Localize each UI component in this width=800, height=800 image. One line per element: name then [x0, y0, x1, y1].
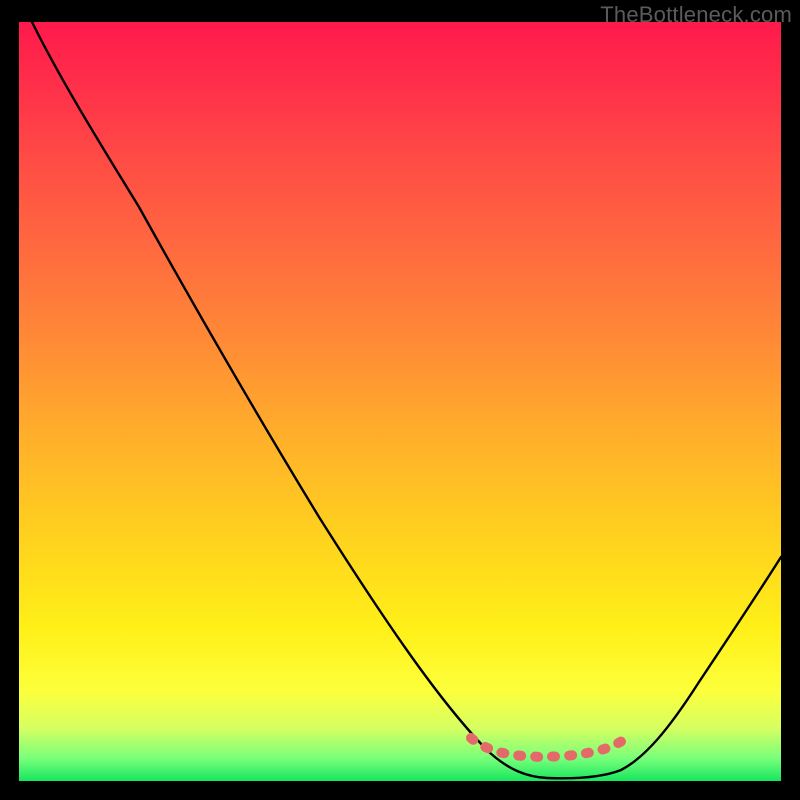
sweet-spot-band	[471, 734, 632, 757]
watermark-text: TheBottleneck.com	[600, 2, 792, 28]
bottleneck-curve	[32, 22, 781, 778]
chart-frame: TheBottleneck.com	[0, 0, 800, 800]
plot-area	[19, 22, 781, 781]
chart-overlay	[19, 22, 781, 781]
